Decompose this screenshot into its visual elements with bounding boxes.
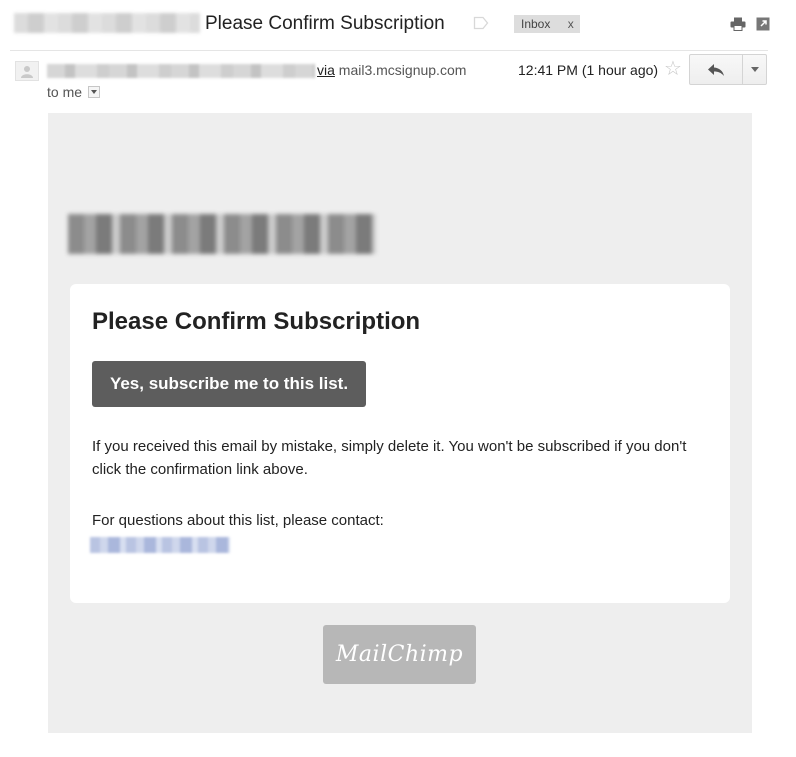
remove-label-button[interactable]: x [568,17,574,31]
via-domain: mail3.mcsignup.com [338,62,467,78]
inbox-label-chip[interactable]: Inbox x [514,15,580,33]
print-icon[interactable] [730,17,746,31]
blurred-list-name [68,214,376,254]
blurred-contact-email[interactable] [90,537,230,553]
mailchimp-logo[interactable]: MailChimp [323,625,476,684]
reply-button[interactable] [690,55,743,84]
contact-text: For questions about this list, please co… [92,512,384,529]
subject-row: Please Confirm Subscription Inbox x [0,0,796,50]
timestamp: 12:41 PM (1 hour ago) [518,62,659,78]
via-link[interactable]: via [317,62,335,78]
confirm-subscription-button[interactable]: Yes, subscribe me to this list. [92,361,366,407]
more-options-button[interactable] [743,55,766,84]
new-window-icon[interactable] [756,17,770,31]
via-line: via mail3.mcsignup.com [317,62,466,78]
email-heading: Please Confirm Subscription [92,308,421,335]
header-divider [10,50,768,51]
recipient-line: to me [47,84,83,100]
label-icon[interactable] [473,16,489,30]
mailchimp-logo-text: MailChimp [335,642,464,667]
star-icon[interactable]: ☆ [664,58,682,80]
more-options-icon [750,67,759,72]
email-subject: Please Confirm Subscription [205,13,445,34]
mistake-notice: If you received this email by mistake, s… [92,438,687,478]
confirmation-card: Please Confirm Subscription Yes, subscri… [70,284,730,603]
inbox-label-text: Inbox [521,17,551,31]
blurred-sender-address [47,64,315,78]
blurred-sender-name [14,13,200,33]
reply-button-group [689,54,767,85]
dropdown-icon[interactable] [88,86,100,98]
avatar-icon[interactable] [15,61,39,81]
email-body: Please Confirm Subscription Yes, subscri… [48,113,752,733]
reply-icon [708,63,724,76]
